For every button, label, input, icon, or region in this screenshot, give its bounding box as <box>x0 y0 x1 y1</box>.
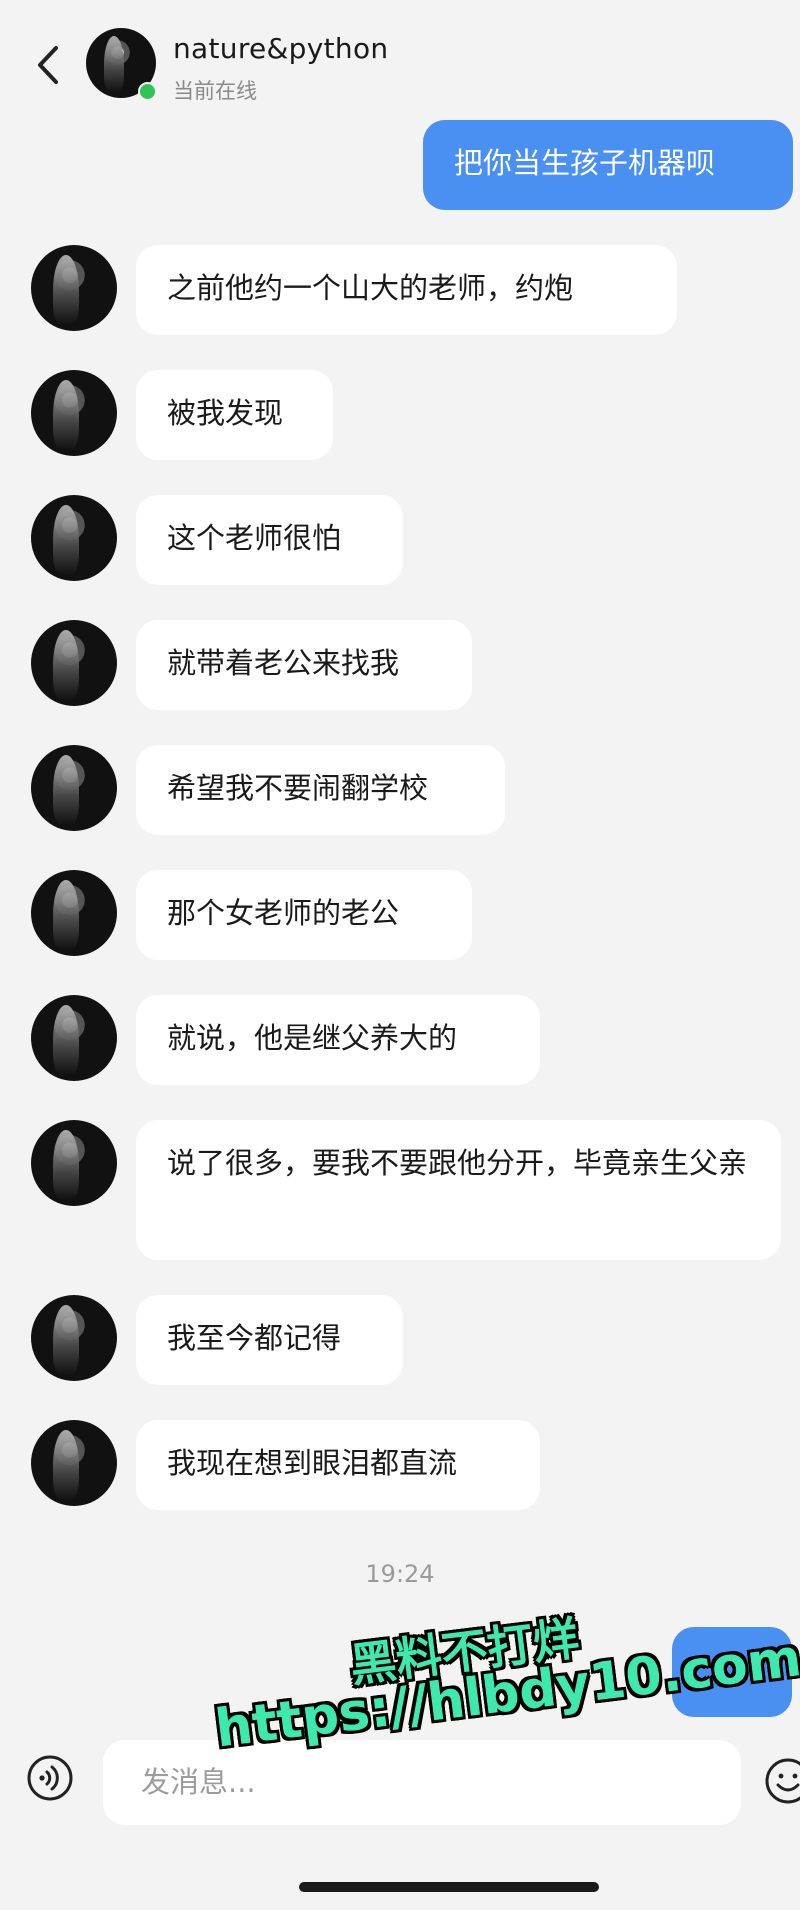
sender-avatar[interactable] <box>31 745 117 831</box>
message-bubble-received[interactable]: 就说，他是继父养大的 <box>136 995 540 1085</box>
message-bubble-sent[interactable]: 把你当生孩子机器呗 <box>423 120 793 210</box>
message-bubble-received[interactable]: 希望我不要闹翻学校 <box>136 745 505 835</box>
sender-avatar[interactable] <box>31 1420 117 1506</box>
sender-avatar[interactable] <box>31 870 117 956</box>
contact-name[interactable]: nature&python <box>173 32 388 65</box>
online-status-text: 当前在线 <box>173 79 257 103</box>
back-chevron-icon[interactable] <box>30 40 70 90</box>
message-timestamp: 19:24 <box>365 1560 435 1588</box>
sender-avatar[interactable] <box>31 995 117 1081</box>
sender-avatar[interactable] <box>31 620 117 706</box>
message-bubble-received[interactable]: 这个老师很怕 <box>136 495 403 585</box>
message-bubble-received[interactable]: 我至今都记得 <box>136 1295 403 1385</box>
message-bubble-received[interactable]: 之前他约一个山大的老师，约炮 <box>136 245 677 335</box>
chat-header: nature&python 当前在线 <box>0 0 800 110</box>
message-bubble-received[interactable]: 就带着老公来找我 <box>136 620 472 710</box>
message-input[interactable]: 发消息... <box>103 1740 741 1825</box>
message-bubble-received[interactable]: 那个女老师的老公 <box>136 870 472 960</box>
home-indicator <box>299 1882 599 1892</box>
message-bubble-received[interactable]: 我现在想到眼泪都直流 <box>136 1420 540 1510</box>
emoji-icon[interactable] <box>764 1757 800 1805</box>
sender-avatar[interactable] <box>31 245 117 331</box>
voice-icon[interactable] <box>26 1754 74 1802</box>
sender-avatar[interactable] <box>31 495 117 581</box>
online-status-dot <box>138 82 157 101</box>
sender-avatar[interactable] <box>31 370 117 456</box>
message-bubble-received[interactable]: 被我发现 <box>136 370 333 460</box>
sender-avatar[interactable] <box>31 1295 117 1381</box>
message-bubble-received[interactable]: 说了很多，要我不要跟他分开，毕竟亲生父亲 <box>136 1120 781 1260</box>
sender-avatar[interactable] <box>31 1120 117 1206</box>
